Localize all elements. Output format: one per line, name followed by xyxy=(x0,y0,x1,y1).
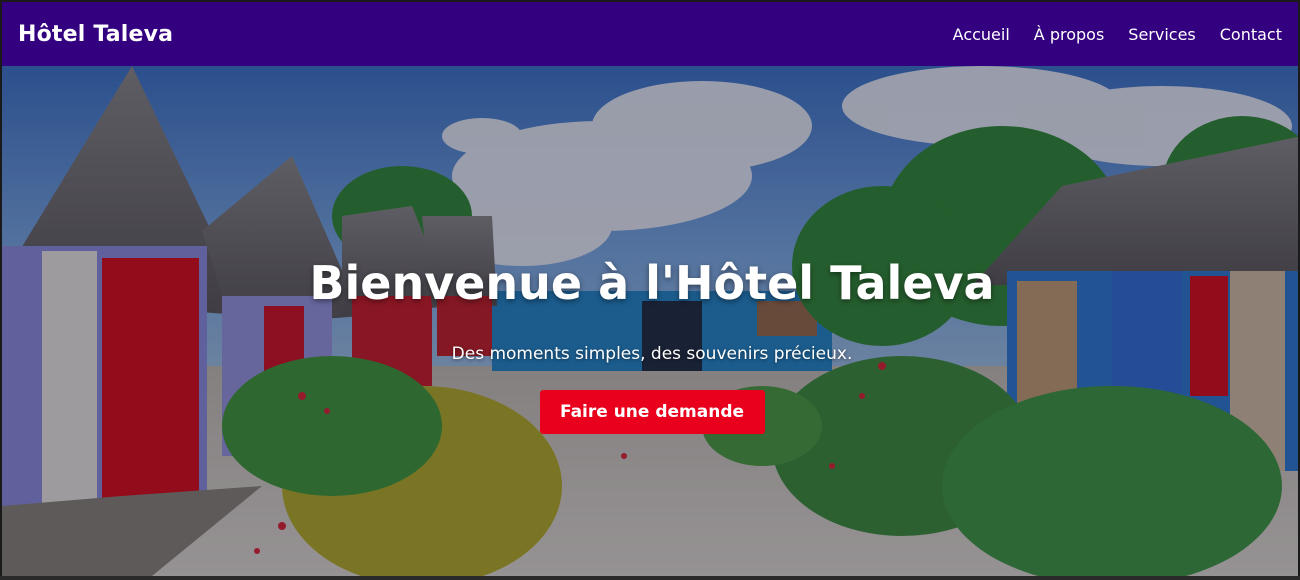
nav-link-accueil[interactable]: Accueil xyxy=(953,25,1010,44)
page-bottom-edge xyxy=(0,576,1300,580)
main-nav: Accueil À propos Services Contact xyxy=(953,25,1282,44)
request-button[interactable]: Faire une demande xyxy=(539,390,765,434)
nav-link-services[interactable]: Services xyxy=(1128,25,1195,44)
hero-subtitle: Des moments simples, des souvenirs préci… xyxy=(451,344,853,364)
hero-content: Bienvenue à l'Hôtel Taleva Des moments s… xyxy=(2,66,1298,576)
hero-section: Bienvenue à l'Hôtel Taleva Des moments s… xyxy=(0,66,1300,576)
hero-title: Bienvenue à l'Hôtel Taleva xyxy=(309,256,995,310)
nav-link-contact[interactable]: Contact xyxy=(1220,25,1282,44)
navbar: Hôtel Taleva Accueil À propos Services C… xyxy=(0,0,1300,66)
brand-logo-text[interactable]: Hôtel Taleva xyxy=(18,22,173,47)
nav-link-a-propos[interactable]: À propos xyxy=(1034,25,1104,44)
